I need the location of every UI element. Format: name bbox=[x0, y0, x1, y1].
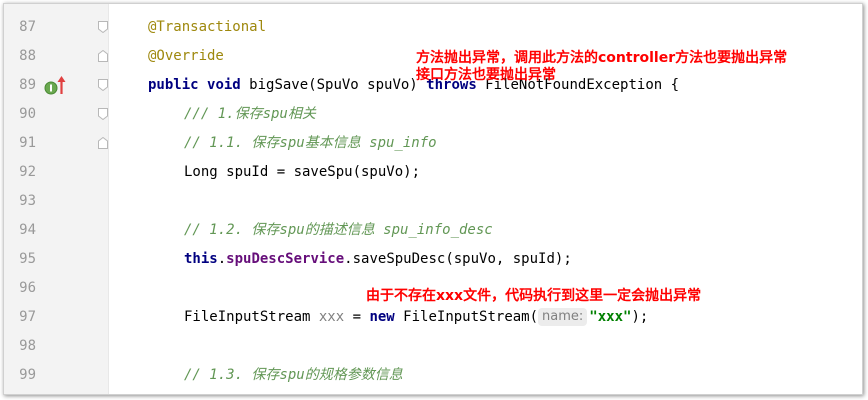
implements-method-icon[interactable] bbox=[44, 80, 58, 95]
method-call: .saveSpuDesc(spuVo, spuId); bbox=[344, 251, 572, 267]
code-line-97: 97 FileInputStream xxx = new FileInputSt… bbox=[4, 303, 862, 332]
line-number: 89 bbox=[19, 77, 36, 93]
red-up-arrow-icon bbox=[57, 75, 66, 95]
close-paren: ); bbox=[631, 309, 649, 325]
line-number: 97 bbox=[19, 309, 36, 325]
keyword-void: void bbox=[207, 77, 241, 93]
line-number: 95 bbox=[19, 251, 36, 267]
code-line-92: 92 Long spuId = saveSpu(spuVo); bbox=[4, 158, 862, 187]
fold-marker-icon[interactable] bbox=[98, 137, 108, 149]
method-signature: public void bigSave(SpuVo spuVo) throws … bbox=[148, 71, 679, 100]
annotation-transactional: @Transactional bbox=[148, 19, 267, 35]
fold-marker-icon[interactable] bbox=[98, 79, 108, 91]
keyword-new: new bbox=[369, 309, 395, 325]
fold-marker-icon[interactable] bbox=[98, 21, 108, 33]
assign: = bbox=[344, 309, 370, 325]
code-line-95: 95 this.spuDescService.saveSpuDesc(spuVo… bbox=[4, 245, 862, 274]
line-number: 99 bbox=[19, 367, 36, 383]
dot: . bbox=[217, 251, 227, 267]
line-number: 91 bbox=[19, 135, 36, 151]
annotation-override: @Override bbox=[148, 48, 224, 64]
string-literal: "xxx" bbox=[589, 309, 632, 325]
code-line-94: 94 // 1.2. 保存spu的描述信息 spu_info_desc bbox=[4, 216, 862, 245]
code-line-91: 91 // 1.1. 保存spu基本信息 spu_info bbox=[4, 129, 862, 158]
unused-variable: xxx bbox=[318, 309, 345, 325]
comment: // 1.1. 保存spu基本信息 spu_info bbox=[184, 135, 437, 151]
code-line-98: 98 bbox=[4, 332, 862, 361]
annotation-note-file-missing: 由于不存在xxx文件，代码执行到这里一定会抛出异常 bbox=[366, 288, 702, 304]
statement: Long spuId = saveSpu(spuVo); bbox=[184, 164, 421, 180]
line-number: 98 bbox=[19, 338, 36, 354]
method-name-params: bigSave(SpuVo spuVo) bbox=[240, 77, 427, 93]
statement: FileInputStream xxx = new FileInputStrea… bbox=[184, 303, 648, 332]
line-number: 90 bbox=[19, 106, 36, 122]
line-number: 96 bbox=[19, 280, 36, 296]
fold-marker-icon[interactable] bbox=[98, 108, 108, 120]
fold-marker-icon[interactable] bbox=[98, 50, 108, 62]
line-number: 93 bbox=[19, 193, 36, 209]
code-line-99: 99 // 1.3. 保存spu的规格参数信息 bbox=[4, 361, 862, 390]
line-number: 88 bbox=[19, 48, 36, 64]
code-line-90: 90 /// 1.保存spu相关 bbox=[4, 100, 862, 129]
line-number: 87 bbox=[19, 19, 36, 35]
code-line-87: 87 @Transactional bbox=[4, 13, 862, 42]
comment: // 1.2. 保存spu的描述信息 spu_info_desc bbox=[184, 222, 493, 238]
comment: // 1.3. 保存spu的规格参数信息 bbox=[184, 367, 403, 383]
annotation-note-method-throws: 方法抛出异常，调用此方法的controller方法也要抛出异常 bbox=[416, 50, 788, 66]
annotation-note-interface-throws: 接口方法也要抛出异常 bbox=[416, 67, 556, 83]
code-line-93: 93 bbox=[4, 187, 862, 216]
constructor-call: FileInputStream( bbox=[394, 309, 539, 325]
keyword-public: public bbox=[148, 77, 199, 93]
keyword-this: this bbox=[184, 251, 218, 267]
parameter-hint: name: bbox=[538, 308, 588, 326]
line-number: 92 bbox=[19, 164, 36, 180]
type-name: FileInputStream bbox=[184, 309, 319, 325]
code-editor[interactable]: 87 @Transactional 88 @Override 89 public… bbox=[3, 3, 863, 395]
field-spuDescService: spuDescService bbox=[226, 251, 345, 267]
statement: this.spuDescService.saveSpuDesc(spuVo, s… bbox=[184, 245, 572, 274]
line-number: 94 bbox=[19, 222, 36, 238]
comment: /// 1.保存spu相关 bbox=[184, 106, 316, 122]
